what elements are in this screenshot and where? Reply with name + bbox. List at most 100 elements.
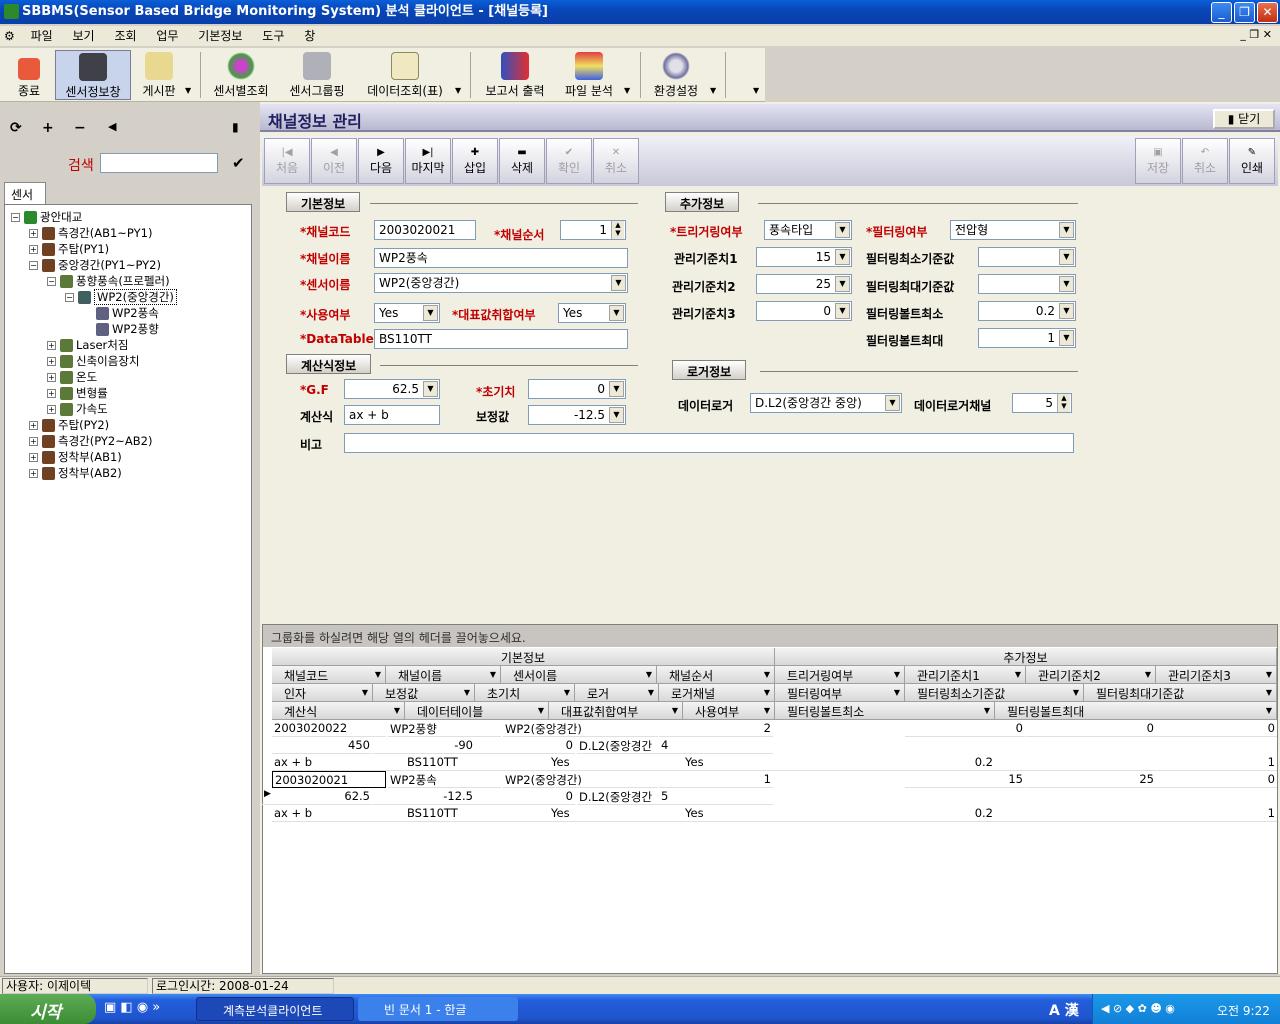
grid-column-header[interactable]: 필터링최소기준값 ▼ (905, 684, 1084, 702)
task-hangul-doc[interactable]: 빈 문서 1 - 한글 (358, 997, 518, 1021)
grid-cell[interactable]: 4 (659, 737, 773, 754)
grid-cell[interactable]: 5 (659, 788, 773, 805)
grid-cell[interactable]: Yes (549, 754, 683, 771)
tree-node[interactable]: + Laser처짐 (47, 337, 128, 353)
chevron-down-icon[interactable]: ▼ (611, 275, 626, 291)
logger-ch-stepper[interactable]: 5 ▲ ▼ (1012, 393, 1072, 413)
toolbar-sensor-info-button[interactable]: 센서정보창 (55, 50, 131, 100)
filter-dropdown-icon[interactable]: ▼ (1073, 688, 1079, 697)
chevron-down-icon[interactable]: ▼ (609, 407, 624, 423)
grid-cell[interactable]: -90 (373, 737, 475, 754)
tree-node[interactable]: + 온도 (47, 369, 97, 385)
gf-select[interactable]: 62.5 ▼ (344, 379, 440, 399)
fmin-select[interactable]: ▼ (978, 247, 1076, 267)
grid-cell[interactable]: ax + b (272, 805, 405, 822)
tree-node[interactable]: + 정착부(AB1) (29, 449, 122, 465)
chevron-down-icon[interactable]: ▼ (1059, 303, 1074, 319)
chevron-down-icon[interactable]: ▼ (710, 86, 716, 95)
search-confirm-icon[interactable]: ✔ (232, 154, 245, 172)
grid-column-header[interactable]: 보정값 ▼ (373, 684, 475, 702)
grid-cell[interactable]: Yes (549, 805, 683, 822)
grid-column-header[interactable]: 관리기준치3 ▼ (1156, 666, 1277, 684)
print-button[interactable]: ✎ 인쇄 (1229, 138, 1275, 184)
toolbar-file-analysis-button[interactable]: 파일 분석 (560, 50, 618, 100)
chevron-down-icon[interactable]: ▼ (423, 381, 438, 397)
chevron-down-icon[interactable]: ▼ (624, 86, 630, 95)
grid-cell[interactable]: 15 (905, 771, 1025, 788)
filter-dropdown-icon[interactable]: ▼ (1145, 670, 1151, 679)
tree-node[interactable]: + 신축이음장치 (47, 353, 139, 369)
menu-query[interactable]: 조회 (106, 26, 144, 46)
filter-dropdown-icon[interactable]: ▼ (672, 706, 678, 715)
grid-column-header[interactable]: 인자 ▼ (272, 684, 373, 702)
grid-cell[interactable]: -12.5 (373, 788, 475, 805)
row-selector-icon[interactable]: ▶ (262, 788, 272, 805)
tree-node[interactable]: WP2풍향 (83, 321, 159, 337)
expand-icon[interactable]: + (47, 405, 56, 414)
filter-dropdown-icon[interactable]: ▼ (646, 670, 652, 679)
fmax-select[interactable]: ▼ (978, 274, 1076, 294)
filter-dropdown-icon[interactable]: ▼ (564, 688, 570, 697)
menu-tools[interactable]: 도구 (254, 26, 292, 46)
tree-node[interactable]: + 측경간(PY2~AB2) (29, 433, 152, 449)
channel-code-field[interactable]: 2003020021 (374, 220, 476, 240)
grid-cell[interactable]: WP2풍속 (388, 771, 501, 788)
chevron-down-icon[interactable]: ▼ (835, 276, 850, 292)
filter-dropdown-icon[interactable]: ▼ (764, 670, 770, 679)
tree-node[interactable]: − 풍향풍속(프로펠러) (47, 273, 170, 289)
chevron-down-icon[interactable]: ▼ (609, 381, 624, 397)
toolbar-board-button[interactable]: 게시판 (135, 50, 183, 100)
nav-prev-button[interactable]: ◀ 이전 (311, 138, 357, 184)
group-by-bar[interactable]: 그룹화를 하실려면 해당 열의 헤더를 끌어놓으세요. (263, 625, 1277, 647)
ime-indicator[interactable]: A 漢 (1049, 1000, 1079, 1020)
tree-node[interactable]: + 가속도 (47, 401, 108, 417)
collapse-icon[interactable]: − (47, 277, 56, 286)
grid-cell[interactable]: D.L2(중앙경간 (577, 788, 659, 805)
grid-column-header[interactable]: 트리거링여부 ▼ (775, 666, 905, 684)
grid-cell[interactable]: 0 (1026, 720, 1156, 737)
expand-icon[interactable]: + (47, 341, 56, 350)
remove-icon[interactable]: − (74, 120, 86, 136)
filter-dropdown-icon[interactable]: ▼ (764, 688, 770, 697)
chevron-down-icon[interactable]: ▼ (1059, 222, 1074, 238)
note-field[interactable] (344, 433, 1074, 453)
close-form-button[interactable]: ▮ 닫기 (1213, 109, 1275, 129)
add-icon[interactable]: + (42, 120, 54, 136)
corr-select[interactable]: -12.5 ▼ (528, 405, 626, 425)
menu-view[interactable]: 보기 (65, 26, 103, 46)
menu-app-icon[interactable]: ⚙ (0, 26, 19, 46)
expand-icon[interactable]: + (29, 453, 38, 462)
expand-icon[interactable]: + (29, 437, 38, 446)
tree-node[interactable]: + 주탑(PY2) (29, 417, 109, 433)
grid-column-header[interactable]: 필터링최대기준값 ▼ (1084, 684, 1277, 702)
fvmax-select[interactable]: 1 ▼ (978, 328, 1076, 348)
grid-column-header[interactable]: 로거채널 ▼ (659, 684, 775, 702)
grid-cell[interactable]: ax + b (272, 754, 405, 771)
m2-select[interactable]: 25 ▼ (756, 274, 852, 294)
channel-name-field[interactable]: WP2풍속 (374, 248, 628, 268)
grid-cell[interactable]: 62.5 (272, 788, 372, 805)
chevron-down-icon[interactable]: ▼ (835, 222, 850, 238)
tray-icons[interactable]: ◀ ⊘ ◆ ✿ ☻ ◉ (1101, 1002, 1175, 1015)
spin-icon[interactable]: ▲ ▼ (1057, 394, 1070, 412)
filter-dropdown-icon[interactable]: ▼ (464, 688, 470, 697)
grid-cell[interactable]: WP2풍향 (388, 720, 501, 737)
grid-cell[interactable]: 0 (905, 720, 1025, 737)
filter-dropdown-icon[interactable]: ▼ (894, 670, 900, 679)
grid-column-header[interactable]: 필터링볼트최소 ▼ (775, 702, 995, 720)
toolbar-exit-button[interactable]: 종료 (8, 50, 50, 100)
grid-column-header[interactable]: 채널순서 ▼ (657, 666, 775, 684)
tree-node[interactable]: − 중앙경간(PY1~PY2) (29, 257, 161, 273)
grid-column-header[interactable]: 초기치 ▼ (475, 684, 575, 702)
grid-cell[interactable]: 1 (659, 771, 773, 788)
grid-cell[interactable]: BS110TT (405, 805, 549, 822)
grid-column-header[interactable]: 채널코드 ▼ (272, 666, 386, 684)
grid-cell[interactable]: 0 (475, 788, 575, 805)
grid-column-header[interactable]: 로거 ▼ (575, 684, 659, 702)
quicklaunch-icons[interactable]: ▣ ◧ ◉ » (104, 1000, 160, 1015)
grid-cell[interactable]: 2003020021 (272, 771, 386, 788)
grid-column-header[interactable]: 사용여부 ▼ (683, 702, 775, 720)
grid-column-header[interactable]: 계산식 ▼ (272, 702, 405, 720)
grid-cell[interactable]: BS110TT (405, 754, 549, 771)
nav-first-button[interactable]: |◀ 처음 (264, 138, 310, 184)
